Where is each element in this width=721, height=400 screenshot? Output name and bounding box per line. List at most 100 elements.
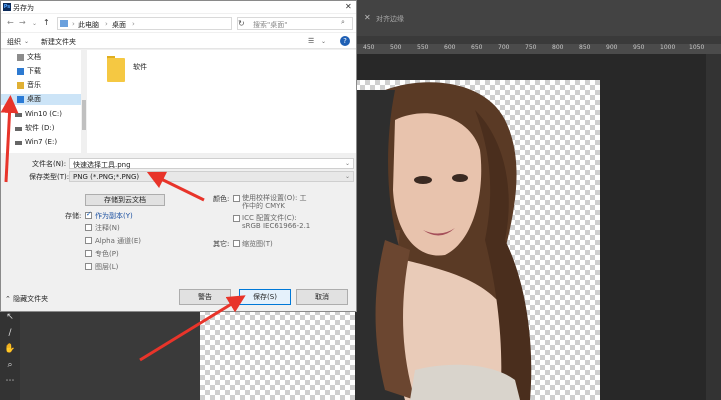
chevron-down-icon[interactable]: ⌄ — [345, 173, 350, 180]
ps-menu-hint[interactable]: 对齐边缘 — [376, 14, 404, 24]
thumbnail-checkbox[interactable] — [233, 240, 240, 247]
dialog-titlebar[interactable]: Ps 另存为 ✕ — [1, 1, 356, 13]
organize-menu[interactable]: 组织 — [7, 37, 21, 47]
ruler-label: 900 — [606, 44, 618, 51]
warning-button[interactable]: 警告 — [179, 289, 231, 305]
nav-item-music[interactable]: 音乐 — [1, 80, 81, 91]
chevron-down-icon[interactable]: ⌄ — [24, 38, 29, 45]
back-arrow-icon[interactable]: ← — [7, 18, 14, 27]
save-button[interactable]: 保存(S) — [239, 289, 291, 305]
ruler-label: 500 — [390, 44, 402, 51]
address-bar[interactable]: › 此电脑 › 桌面 › ⌄ — [57, 17, 283, 30]
search-input[interactable]: 搜索"桌面" — [237, 17, 353, 30]
dialog-toolbar: 组织 ⌄ 新建文件夹 ☰ ⌄ ? — [1, 33, 356, 49]
refresh-icon[interactable]: ↻ — [238, 19, 245, 28]
ruler-label: 750 — [525, 44, 537, 51]
drive-icon — [15, 113, 22, 117]
nav-item-label: 软件 (D:) — [25, 124, 55, 132]
ruler-label: 950 — [633, 44, 645, 51]
chevron-down-icon[interactable]: ⌄ — [321, 38, 326, 45]
cancel-button[interactable]: 取消 — [296, 289, 348, 305]
save-options-label: 存储: — [65, 212, 82, 220]
up-arrow-icon[interactable]: ↑ — [43, 18, 50, 27]
ruler-label: 850 — [579, 44, 591, 51]
ruler-label: 800 — [552, 44, 564, 51]
address-bar-row: ← → ⌄ ↑ › 此电脑 › 桌面 › ⌄ 搜索"桌面" ↻ ⌕ — [1, 14, 356, 32]
dialog-title: 另存为 — [13, 4, 34, 12]
save-options: 存储到云文档 存储: 作为副本(Y) 注释(N) Alpha 通道(E) 专色(… — [1, 186, 356, 281]
notes-label: 注释(N) — [95, 224, 120, 232]
filetype-select[interactable]: PNG (*.PNG;*.PNG) ⌄ — [69, 171, 354, 182]
download-icon — [17, 68, 24, 75]
proof-setup-checkbox[interactable] — [233, 195, 240, 202]
hide-folders-label: 隐藏文件夹 — [13, 295, 49, 303]
hide-folders-toggle[interactable]: ⌃ 隐藏文件夹 — [5, 294, 48, 304]
hand-tool-icon[interactable]: ✋ — [3, 344, 17, 356]
forward-arrow-icon[interactable]: → — [19, 18, 26, 27]
help-icon[interactable]: ? — [340, 36, 350, 46]
save-to-cloud-button[interactable]: 存储到云文档 — [85, 194, 165, 206]
filename-label: 文件名(N): — [32, 160, 67, 168]
close-icon[interactable]: ✕ — [345, 2, 352, 11]
filename-input[interactable]: 快速选择工具.png ⌄ — [69, 158, 354, 169]
save-as-dialog: Ps 另存为 ✕ ← → ⌄ ↑ › 此电脑 › 桌面 › ⌄ 搜索"桌面" ↻… — [0, 0, 357, 312]
brush-tool-icon[interactable]: ∕ — [3, 328, 17, 340]
proof-setup-label: 使用校样设置(O): 工作中的 CMYK — [242, 194, 307, 210]
icc-profile-checkbox[interactable] — [233, 215, 240, 222]
nav-item-label: 桌面 — [27, 95, 41, 103]
ruler-label: 550 — [417, 44, 429, 51]
ruler-label: 1000 — [660, 44, 676, 51]
ruler-label: 600 — [444, 44, 456, 51]
view-options-icon[interactable]: ☰ — [308, 37, 318, 45]
spot-checkbox[interactable] — [85, 250, 92, 257]
filename-fields: 文件名(N): 快速选择工具.png ⌄ 保存类型(T): PNG (*.PNG… — [1, 154, 356, 184]
alpha-checkbox[interactable] — [85, 237, 92, 244]
new-folder-button[interactable]: 新建文件夹 — [41, 37, 76, 47]
filename-value: 快速选择工具.png — [73, 161, 131, 169]
nav-item-label: Win7 (E:) — [25, 138, 58, 146]
nav-item-drive-d[interactable]: 软件 (D:) — [1, 123, 81, 134]
ruler-label: 1050 — [689, 44, 705, 51]
music-icon — [17, 82, 24, 89]
document-icon — [17, 54, 24, 61]
nav-item-desktop[interactable]: 桌面 — [1, 94, 81, 105]
right-panel-strip — [706, 54, 721, 400]
nav-item-drive-e[interactable]: Win7 (E:) — [1, 137, 81, 148]
layers-label: 图层(L) — [95, 263, 119, 271]
file-list: 软件 — [87, 50, 356, 153]
nav-item-label: 文档 — [27, 53, 41, 61]
thumbnail-label: 缩览图(T) — [242, 240, 273, 248]
nav-item-downloads[interactable]: 下载 — [1, 66, 81, 77]
breadcrumb-item[interactable]: 桌面 — [112, 20, 126, 30]
nav-item-documents[interactable]: 文档 — [1, 52, 81, 63]
drive-icon — [15, 127, 22, 131]
nav-item-label: 音乐 — [27, 81, 41, 89]
nav-item-drive-c[interactable]: Win10 (C:) — [1, 109, 81, 120]
color-label: 颜色: — [213, 195, 230, 203]
tab-close-icon[interactable]: ✕ — [364, 13, 371, 22]
horizontal-ruler: 450 500 550 600 650 700 750 800 850 900 … — [355, 44, 721, 54]
breadcrumb-item[interactable]: 此电脑 — [78, 20, 99, 30]
zoom-tool-icon[interactable]: ⌕ — [3, 360, 17, 372]
as-copy-checkbox[interactable] — [85, 210, 92, 219]
ruler-label: 650 — [471, 44, 483, 51]
alpha-label: Alpha 通道(E) — [95, 237, 142, 245]
folder-icon — [107, 58, 125, 82]
tool-panel: ↖ ∕ ✋ ⌕ ⋯ — [0, 300, 20, 400]
folder-icon — [60, 20, 68, 27]
search-icon[interactable]: ⌕ — [341, 18, 345, 27]
layers-checkbox[interactable] — [85, 263, 92, 270]
history-chevron-icon[interactable]: ⌄ — [32, 20, 37, 27]
filetype-label: 保存类型(T): — [29, 173, 70, 181]
chevron-up-icon: ⌃ — [5, 295, 14, 303]
notes-checkbox[interactable] — [85, 224, 92, 231]
filetype-value: PNG (*.PNG;*.PNG) — [73, 173, 140, 181]
navigation-pane: 文档 下载 音乐 桌面 Win10 (C:) 软件 (D:) Win7 (E:) — [1, 50, 87, 153]
scrollbar-thumb[interactable] — [82, 100, 86, 130]
desktop-icon — [17, 96, 24, 103]
move-tool-icon[interactable]: ↖ — [3, 312, 17, 324]
more-tools-icon[interactable]: ⋯ — [3, 376, 17, 388]
photoshop-app-icon: Ps — [3, 3, 11, 11]
file-item-label: 软件 — [133, 63, 147, 71]
chevron-down-icon[interactable]: ⌄ — [345, 160, 350, 167]
